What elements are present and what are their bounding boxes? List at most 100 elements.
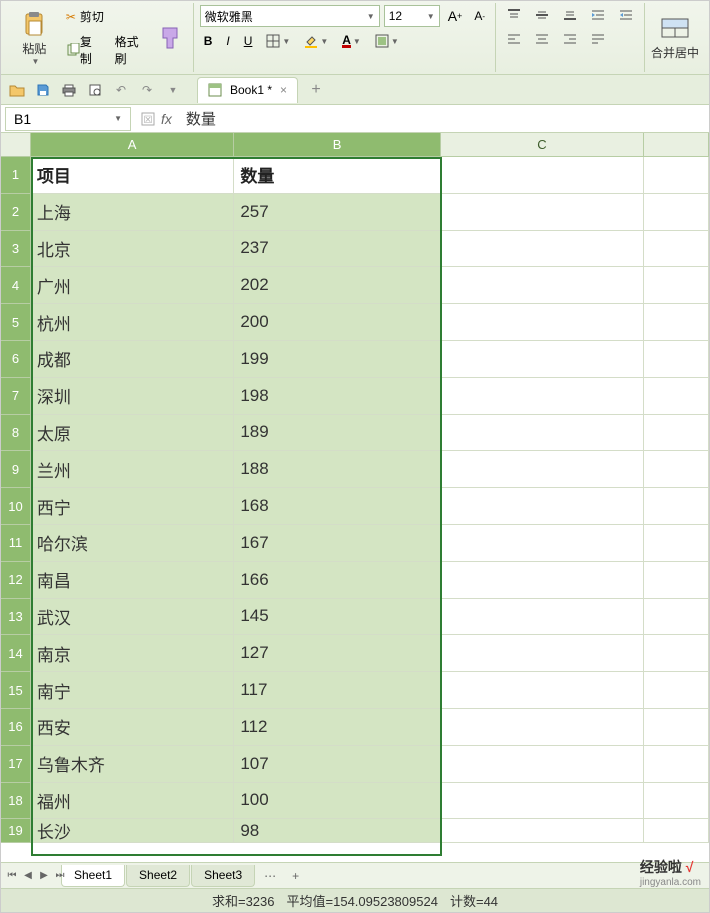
cell[interactable]: 202 <box>234 267 440 304</box>
paste-button[interactable]: 粘贴 ▼ <box>11 10 58 66</box>
cell[interactable]: 深圳 <box>31 378 234 415</box>
sheet-tab[interactable]: Sheet3 <box>191 865 255 887</box>
cell[interactable]: 乌鲁木齐 <box>31 746 234 783</box>
format-painter-button[interactable]: 格式刷 <box>111 31 154 69</box>
cell[interactable]: 成都 <box>31 341 234 378</box>
copy-button[interactable]: 复制 <box>62 31 107 69</box>
row-header[interactable]: 3 <box>1 231 31 268</box>
cell[interactable]: 145 <box>234 599 440 636</box>
cell[interactable]: 兰州 <box>31 451 234 488</box>
cancel-icon[interactable]: ☒ <box>141 112 155 126</box>
cell[interactable] <box>644 231 709 268</box>
cell[interactable]: 100 <box>234 783 440 820</box>
cell[interactable] <box>441 451 644 488</box>
cut-button[interactable]: ✂ 剪切 <box>62 5 154 29</box>
cell[interactable]: 上海 <box>31 194 234 231</box>
cell[interactable]: 太原 <box>31 415 234 452</box>
cell[interactable] <box>441 194 644 231</box>
last-sheet-icon[interactable]: ⏭ <box>53 866 67 884</box>
cell[interactable] <box>441 599 644 636</box>
row-header[interactable]: 8 <box>1 415 31 452</box>
row-header[interactable]: 16 <box>1 709 31 746</box>
column-header[interactable]: B <box>234 133 440 156</box>
cell[interactable] <box>644 672 709 709</box>
bold-button[interactable]: B <box>200 32 217 50</box>
cell[interactable]: 长沙 <box>31 819 234 843</box>
cell[interactable]: 哈尔滨 <box>31 525 234 562</box>
select-all-corner[interactable] <box>1 133 31 156</box>
row-header[interactable]: 5 <box>1 304 31 341</box>
font-color-button[interactable]: A ▼ <box>338 33 365 50</box>
cell[interactable] <box>441 819 644 843</box>
print-preview-icon[interactable] <box>85 80 105 100</box>
cell[interactable] <box>644 525 709 562</box>
cell[interactable] <box>644 451 709 488</box>
row-header[interactable]: 15 <box>1 672 31 709</box>
prev-sheet-icon[interactable]: ◀ <box>21 866 35 884</box>
align-bottom-button[interactable] <box>558 6 582 24</box>
row-header[interactable]: 11 <box>1 525 31 562</box>
add-sheet-button[interactable]: + <box>284 869 307 883</box>
first-sheet-icon[interactable]: ⏮ <box>5 866 19 884</box>
row-header[interactable]: 10 <box>1 488 31 525</box>
column-header[interactable]: A <box>31 133 234 156</box>
style-button[interactable]: ▼ <box>371 32 403 50</box>
align-middle-button[interactable] <box>530 6 554 24</box>
cell[interactable]: 南京 <box>31 635 234 672</box>
font-family-select[interactable]: 微软雅黑 ▼ <box>200 5 380 27</box>
cell[interactable] <box>441 635 644 672</box>
new-tab-button[interactable]: + <box>304 78 328 102</box>
cell[interactable] <box>441 709 644 746</box>
cell[interactable] <box>644 415 709 452</box>
cell[interactable] <box>644 709 709 746</box>
name-box[interactable]: B1 ▼ <box>5 107 131 131</box>
cell[interactable]: 189 <box>234 415 440 452</box>
cell[interactable] <box>644 488 709 525</box>
open-icon[interactable] <box>7 80 27 100</box>
row-header[interactable]: 14 <box>1 635 31 672</box>
cell[interactable]: 广州 <box>31 267 234 304</box>
cell[interactable] <box>441 231 644 268</box>
column-header[interactable]: C <box>441 133 644 156</box>
increase-font-button[interactable]: A+ <box>444 6 467 26</box>
font-size-select[interactable]: 12 ▼ <box>384 5 440 27</box>
next-sheet-icon[interactable]: ▶ <box>37 866 51 884</box>
row-header[interactable]: 18 <box>1 783 31 820</box>
column-header[interactable] <box>644 133 709 156</box>
document-tab[interactable]: Book1 * × <box>197 77 298 103</box>
align-top-button[interactable] <box>502 6 526 24</box>
row-header[interactable]: 13 <box>1 599 31 636</box>
cell[interactable] <box>441 267 644 304</box>
cell[interactable] <box>644 562 709 599</box>
merge-center-button[interactable]: 合并居中 <box>651 14 699 61</box>
align-right-button[interactable] <box>558 30 582 48</box>
redo-icon[interactable]: ↷ <box>137 80 157 100</box>
cell[interactable] <box>441 672 644 709</box>
undo-icon[interactable]: ↶ <box>111 80 131 100</box>
cell[interactable]: 166 <box>234 562 440 599</box>
row-header[interactable]: 4 <box>1 267 31 304</box>
cell[interactable] <box>441 415 644 452</box>
cell[interactable]: 107 <box>234 746 440 783</box>
cell[interactable]: 杭州 <box>31 304 234 341</box>
cell[interactable]: 南昌 <box>31 562 234 599</box>
cell[interactable]: 257 <box>234 194 440 231</box>
sheet-list-icon[interactable]: ⋯ <box>256 869 284 883</box>
cell[interactable]: 198 <box>234 378 440 415</box>
borders-button[interactable]: ▼ <box>262 32 294 50</box>
cell[interactable] <box>644 194 709 231</box>
align-center-button[interactable] <box>530 30 554 48</box>
cell[interactable]: 数量 <box>234 157 440 194</box>
row-header[interactable]: 19 <box>1 819 31 843</box>
cell[interactable]: 西安 <box>31 709 234 746</box>
formula-input[interactable]: 数量 <box>178 108 709 129</box>
sheet-tab[interactable]: Sheet2 <box>126 865 190 887</box>
fx-icon[interactable]: fx <box>161 111 172 127</box>
decrease-indent-button[interactable] <box>614 6 638 24</box>
wrap-text-button[interactable] <box>586 30 610 48</box>
cell[interactable] <box>441 378 644 415</box>
cell[interactable] <box>644 341 709 378</box>
decrease-font-button[interactable]: A- <box>470 7 489 25</box>
cell[interactable]: 127 <box>234 635 440 672</box>
row-header[interactable]: 17 <box>1 746 31 783</box>
